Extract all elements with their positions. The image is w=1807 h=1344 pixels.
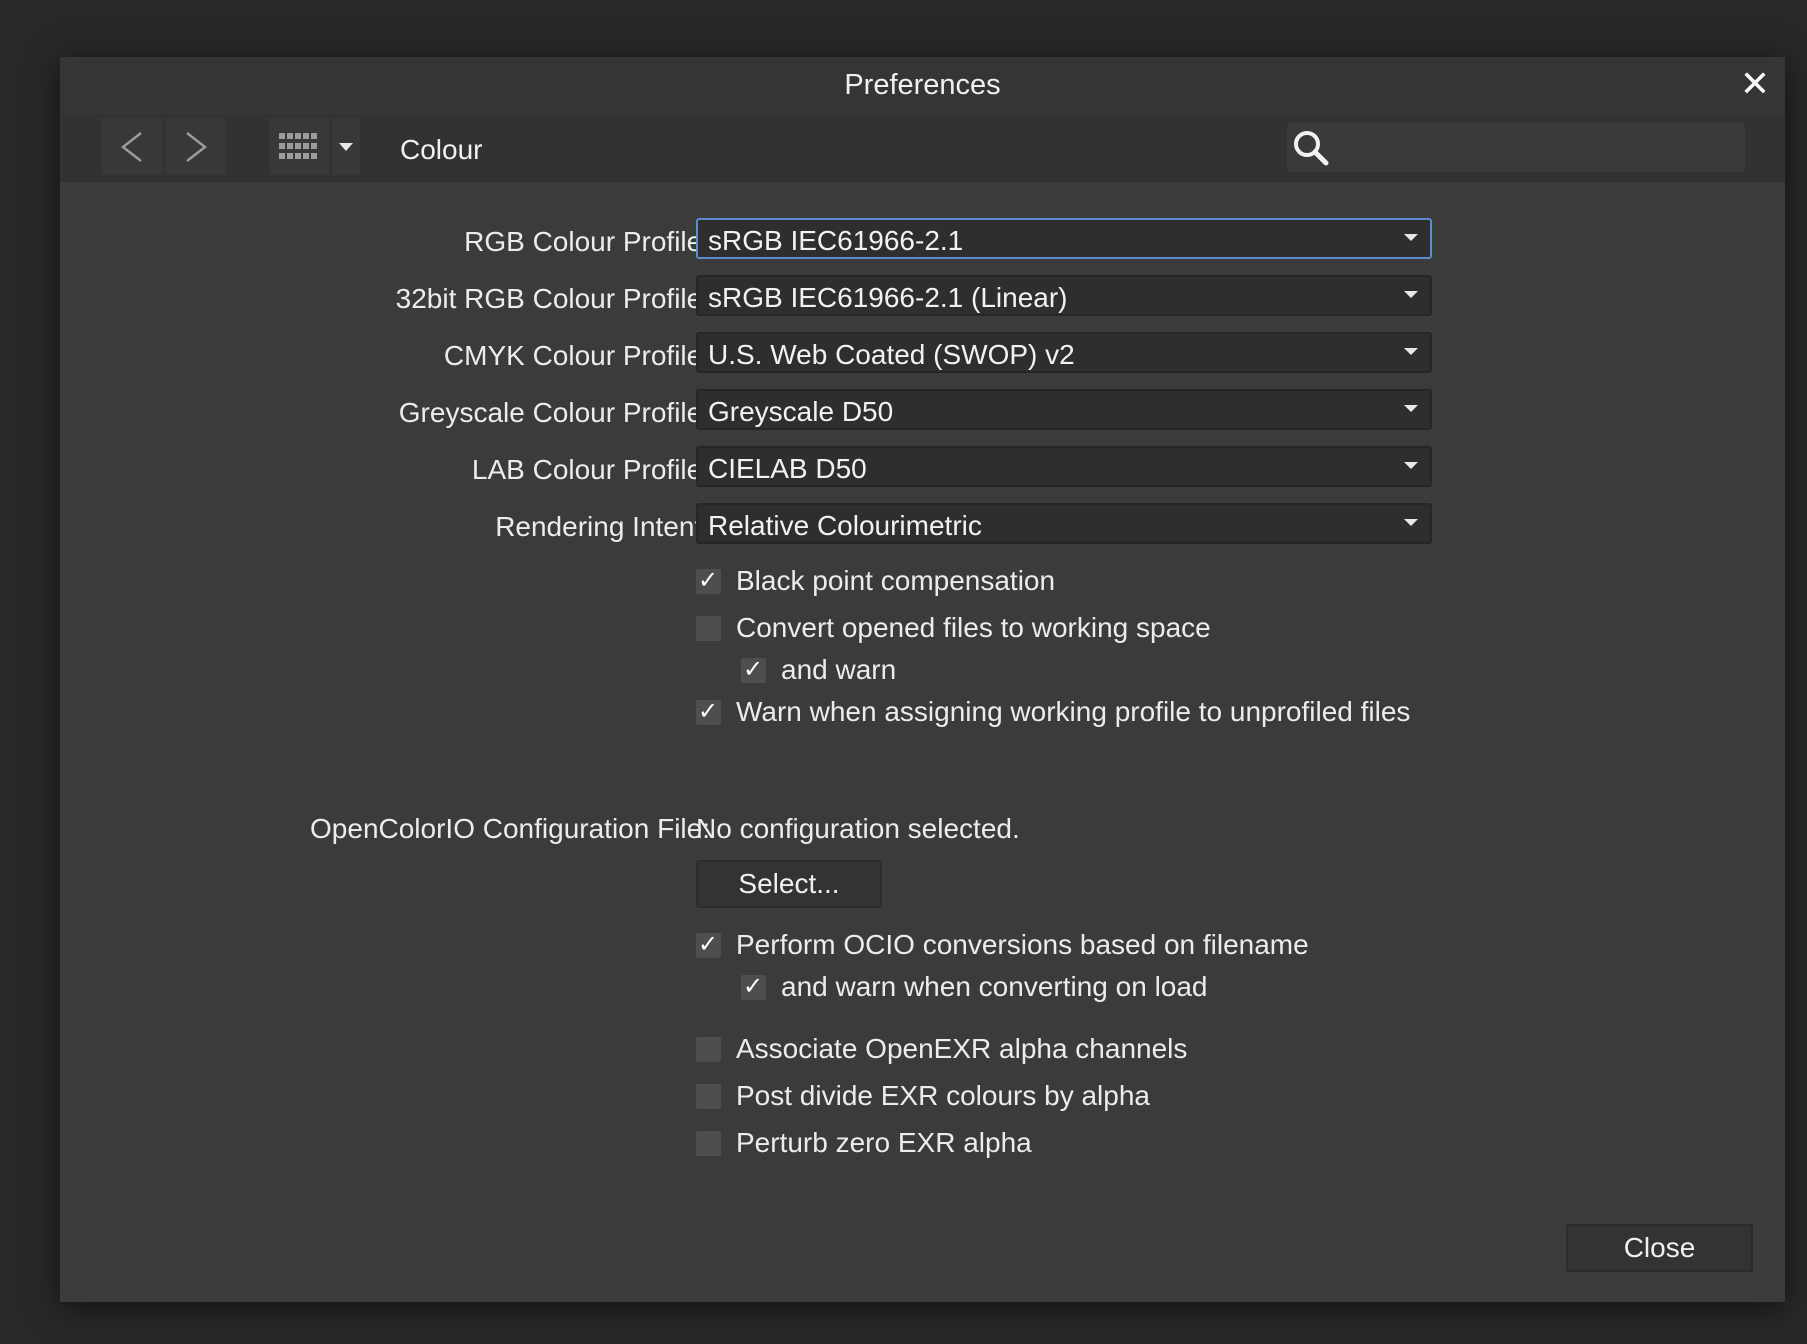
- checkbox[interactable]: [696, 1083, 721, 1109]
- checkbox[interactable]: ✓: [696, 565, 721, 594]
- caret-down-icon: [1404, 348, 1418, 355]
- rgb-profile-value: sRGB IEC61966-2.1: [708, 225, 964, 256]
- window-title: Preferences: [844, 69, 1001, 101]
- checkbox[interactable]: [696, 1036, 721, 1062]
- rgb32-profile-value: sRGB IEC61966-2.1 (Linear): [708, 282, 1068, 313]
- ocio-warn-on-load-checkbox[interactable]: ✓ and warn when converting on load: [741, 971, 1208, 1003]
- caret-down-icon: [1404, 405, 1418, 412]
- caret-down-icon: [1404, 519, 1418, 526]
- back-button[interactable]: [101, 118, 162, 175]
- grid-view-button[interactable]: [269, 118, 329, 175]
- caret-down-icon: [1404, 234, 1418, 241]
- convert-opened-files-checkbox[interactable]: Convert opened files to working space: [696, 612, 1211, 644]
- checkbox-label: Post divide EXR colours by alpha: [736, 1080, 1150, 1111]
- greyscale-profile-dropdown[interactable]: Greyscale D50: [696, 389, 1432, 430]
- search-input[interactable]: [1339, 127, 1738, 169]
- checkbox-label: Warn when assigning working profile to u…: [736, 696, 1411, 727]
- checkbox[interactable]: ✓: [696, 696, 721, 725]
- cmyk-profile-value: U.S. Web Coated (SWOP) v2: [708, 339, 1075, 370]
- cmyk-profile-dropdown[interactable]: U.S. Web Coated (SWOP) v2: [696, 332, 1432, 373]
- checkmark-icon: ✓: [743, 654, 764, 683]
- checkbox-label: Perturb zero EXR alpha: [736, 1127, 1032, 1158]
- grid-icon: [279, 132, 317, 159]
- greyscale-profile-value: Greyscale D50: [708, 396, 894, 427]
- greyscale-profile-label: Greyscale Colour Profile:: [398, 397, 710, 428]
- caret-down-icon: [1404, 291, 1418, 298]
- rendering-intent-dropdown[interactable]: Relative Colourimetric: [696, 503, 1432, 544]
- rgb32-profile-dropdown[interactable]: sRGB IEC61966-2.1 (Linear): [696, 275, 1432, 316]
- rendering-intent-value: Relative Colourimetric: [708, 510, 982, 541]
- and-warn-checkbox[interactable]: ✓ and warn: [741, 654, 896, 686]
- chevron-left-icon: [120, 131, 142, 162]
- warn-unprofiled-checkbox[interactable]: ✓ Warn when assigning working profile to…: [696, 696, 1410, 728]
- checkbox[interactable]: ✓: [741, 971, 766, 1000]
- checkbox[interactable]: [696, 1130, 721, 1156]
- chevron-right-icon: [185, 131, 207, 162]
- search-box[interactable]: [1287, 123, 1745, 172]
- checkmark-icon: ✓: [698, 696, 719, 725]
- caret-down-icon: [1404, 462, 1418, 469]
- checkbox-label: Convert opened files to working space: [736, 612, 1211, 643]
- checkbox-label: Associate OpenEXR alpha channels: [736, 1033, 1188, 1064]
- close-icon[interactable]: ✕: [1735, 64, 1775, 104]
- checkmark-icon: ✓: [698, 929, 719, 958]
- post-divide-exr-checkbox[interactable]: Post divide EXR colours by alpha: [696, 1080, 1150, 1112]
- cmyk-profile-label: CMYK Colour Profile:: [443, 340, 710, 371]
- preferences-dialog: Preferences ✕ Colour RGB Colour Profile:…: [60, 57, 1785, 1302]
- perturb-zero-exr-alpha-checkbox[interactable]: Perturb zero EXR alpha: [696, 1127, 1032, 1159]
- breadcrumb: Colour: [400, 134, 483, 165]
- checkbox-label: and warn: [781, 654, 897, 685]
- lab-profile-value: CIELAB D50: [708, 453, 867, 484]
- ocio-config-value: No configuration selected.: [696, 813, 1020, 844]
- rgb32-profile-label: 32bit RGB Colour Profile:: [395, 283, 710, 314]
- search-icon: [1294, 131, 1329, 166]
- associate-exr-alpha-checkbox[interactable]: Associate OpenEXR alpha channels: [696, 1033, 1187, 1065]
- rgb-profile-label: RGB Colour Profile:: [464, 226, 710, 257]
- checkbox[interactable]: ✓: [696, 929, 721, 958]
- lab-profile-dropdown[interactable]: CIELAB D50: [696, 446, 1432, 487]
- close-button[interactable]: Close: [1566, 1224, 1753, 1272]
- checkbox-label: Perform OCIO conversions based on filena…: [736, 929, 1309, 960]
- select-config-button[interactable]: Select...: [696, 860, 882, 908]
- ocio-filename-conversion-checkbox[interactable]: ✓ Perform OCIO conversions based on file…: [696, 929, 1309, 961]
- rendering-intent-label: Rendering Intent:: [495, 511, 710, 542]
- checkbox[interactable]: [696, 615, 721, 641]
- title-bar: Preferences ✕: [60, 57, 1785, 115]
- grid-dropdown-button[interactable]: [332, 118, 360, 175]
- caret-down-icon: [339, 142, 353, 151]
- ocio-config-label: OpenColorIO Configuration File:: [310, 813, 710, 844]
- checkbox-label: and warn when converting on load: [781, 971, 1208, 1002]
- rgb-profile-dropdown[interactable]: sRGB IEC61966-2.1: [696, 218, 1432, 259]
- lab-profile-label: LAB Colour Profile:: [471, 454, 710, 485]
- checkmark-icon: ✓: [743, 971, 764, 1000]
- checkmark-icon: ✓: [698, 565, 719, 594]
- forward-button[interactable]: [165, 118, 226, 175]
- checkbox-label: Black point compensation: [736, 565, 1056, 596]
- black-point-compensation-checkbox[interactable]: ✓ Black point compensation: [696, 565, 1055, 597]
- checkbox[interactable]: ✓: [741, 654, 766, 683]
